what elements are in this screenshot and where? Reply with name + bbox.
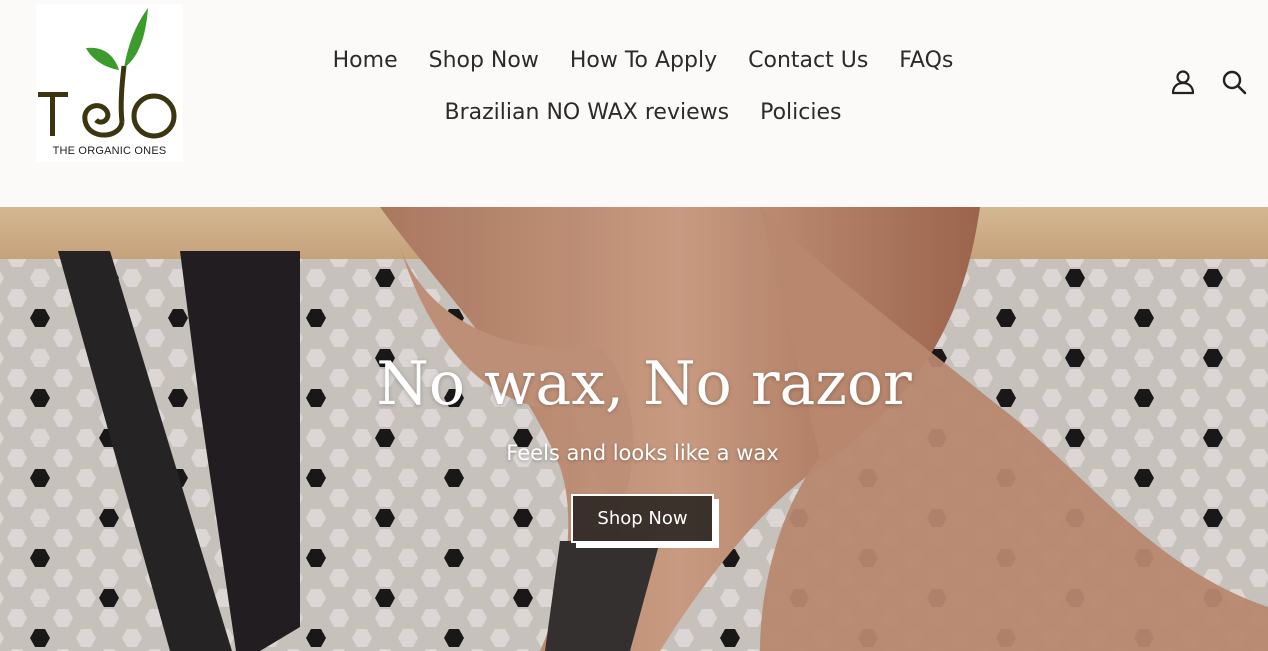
nav-policies[interactable]: Policies [760,100,841,125]
nav-brazilian-reviews[interactable]: Brazilian NO WAX reviews [445,100,730,125]
logo-text: THE ORGANIC ONES [52,145,167,157]
hero-banner: No wax, No razor Feels and looks like a … [0,207,1268,651]
logo-mark-icon [38,8,177,139]
nav-row-primary: Home Shop Now How To Apply Contact Us FA… [300,34,986,86]
nav-contact-us[interactable]: Contact Us [748,48,868,73]
nav-home[interactable]: Home [333,48,398,73]
user-icon[interactable] [1170,69,1198,97]
hero-shop-now-button[interactable]: Shop Now [571,494,714,543]
hero-background-image [0,207,1268,651]
hero-subtitle: Feels and looks like a wax [506,441,779,465]
nav-row-secondary: Brazilian NO WAX reviews Policies [300,86,986,138]
site-header: THE ORGANIC ONES Home Shop Now How To Ap… [0,0,1268,207]
nav-how-to-apply[interactable]: How To Apply [570,48,717,73]
brand-logo[interactable]: THE ORGANIC ONES [36,4,183,162]
main-nav: Home Shop Now How To Apply Contact Us FA… [300,34,986,138]
search-icon[interactable] [1221,69,1249,97]
hero-title: No wax, No razor [376,349,912,419]
nav-faqs[interactable]: FAQs [899,48,953,73]
nav-shop-now[interactable]: Shop Now [429,48,539,73]
